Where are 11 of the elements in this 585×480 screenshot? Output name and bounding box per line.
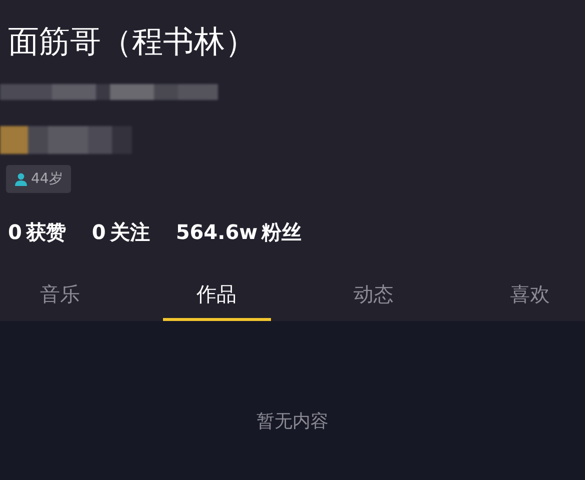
stat-label: 0 获赞	[8, 219, 66, 246]
profile-name: 面筋哥（程书林）	[7, 23, 257, 62]
person-icon	[14, 172, 28, 186]
tab[interactable]: 作品	[162, 281, 271, 321]
empty-message: 暂无内容	[256, 410, 328, 433]
age-label: 44岁	[31, 170, 63, 188]
tab[interactable]: 音乐	[6, 281, 114, 321]
stat-label: 564.6w 粉丝	[176, 219, 302, 246]
tab[interactable]: 动态	[319, 281, 428, 321]
stat-label: 0 关注	[92, 219, 150, 246]
tab[interactable]: 喜欢	[476, 281, 584, 321]
